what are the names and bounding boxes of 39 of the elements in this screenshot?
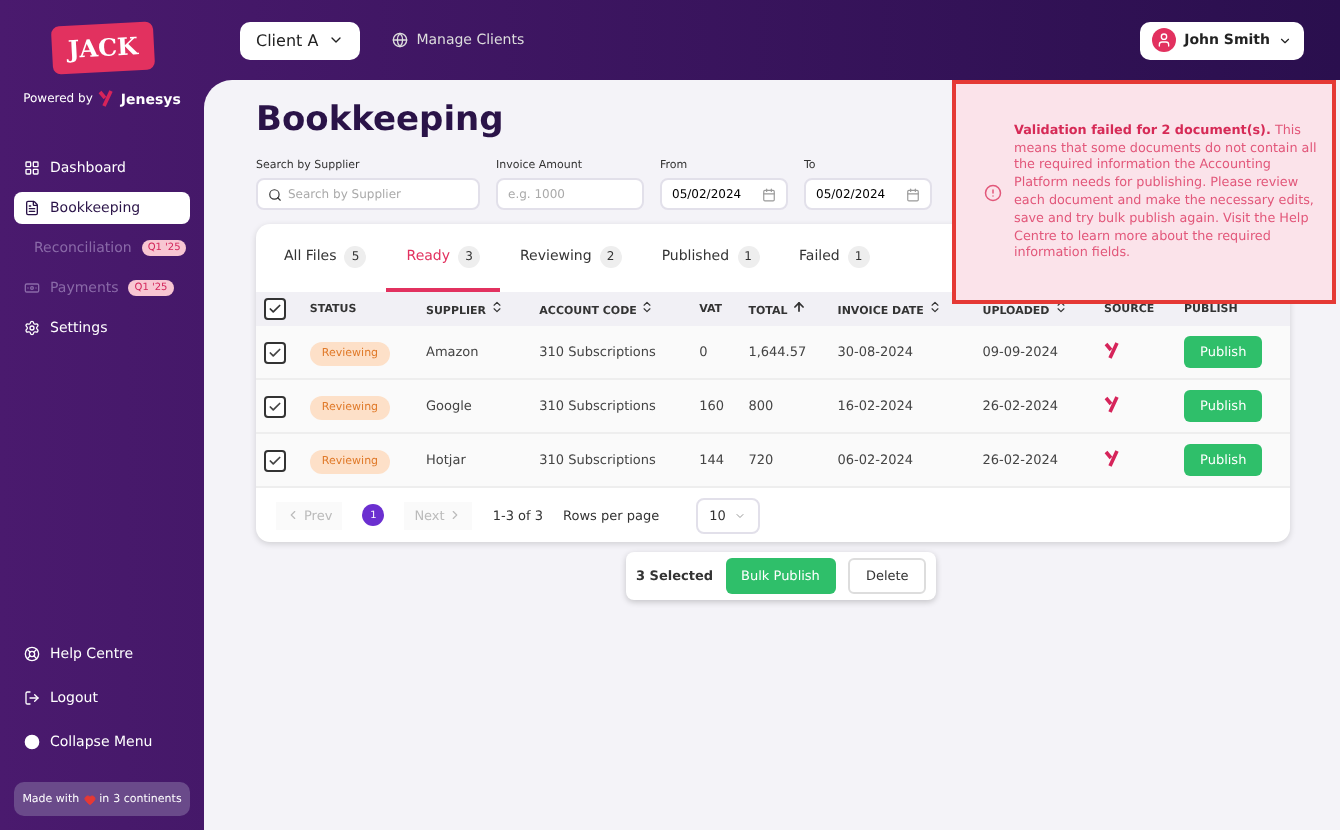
avatar-icon xyxy=(1152,28,1177,52)
checkbox[interactable] xyxy=(264,298,286,320)
source-icon xyxy=(1104,341,1121,359)
sort-icon[interactable] xyxy=(927,300,942,314)
logo: JACK xyxy=(49,21,155,75)
chevron-down-icon xyxy=(328,32,345,48)
nav-icon xyxy=(24,646,40,662)
check-icon xyxy=(268,399,282,413)
calendar-icon[interactable] xyxy=(906,187,920,201)
chevron-down-icon xyxy=(1278,33,1292,47)
checkbox[interactable] xyxy=(264,449,286,471)
check-icon xyxy=(268,302,282,316)
heart-icon xyxy=(83,793,96,805)
calendar-icon[interactable] xyxy=(762,187,776,201)
chevron-left-icon xyxy=(286,508,300,522)
sort-asc-icon[interactable] xyxy=(791,300,806,314)
alert-icon xyxy=(984,183,1002,201)
search-icon xyxy=(268,187,282,201)
chevron-right-icon xyxy=(448,508,463,522)
source-icon xyxy=(98,90,115,108)
check-icon xyxy=(268,345,282,359)
source-icon xyxy=(1104,449,1121,467)
page-title: Bookkeeping xyxy=(256,100,504,140)
sort-icon[interactable] xyxy=(489,300,504,314)
nav-icon xyxy=(24,734,40,750)
nav-icon xyxy=(24,690,40,706)
nav-icon xyxy=(24,280,40,296)
nav-icon xyxy=(24,320,40,336)
client-dropdown[interactable]: Client A xyxy=(240,21,361,59)
nav-icon xyxy=(24,200,40,216)
sort-icon[interactable] xyxy=(640,300,655,314)
source-icon xyxy=(1104,395,1121,413)
checkbox[interactable] xyxy=(264,395,286,417)
globe-icon xyxy=(392,32,409,48)
nav-icon xyxy=(24,160,40,176)
sort-icon[interactable] xyxy=(1053,300,1068,314)
check-icon xyxy=(268,453,282,467)
chevron-down-icon xyxy=(733,509,746,521)
checkbox[interactable] xyxy=(264,341,286,363)
